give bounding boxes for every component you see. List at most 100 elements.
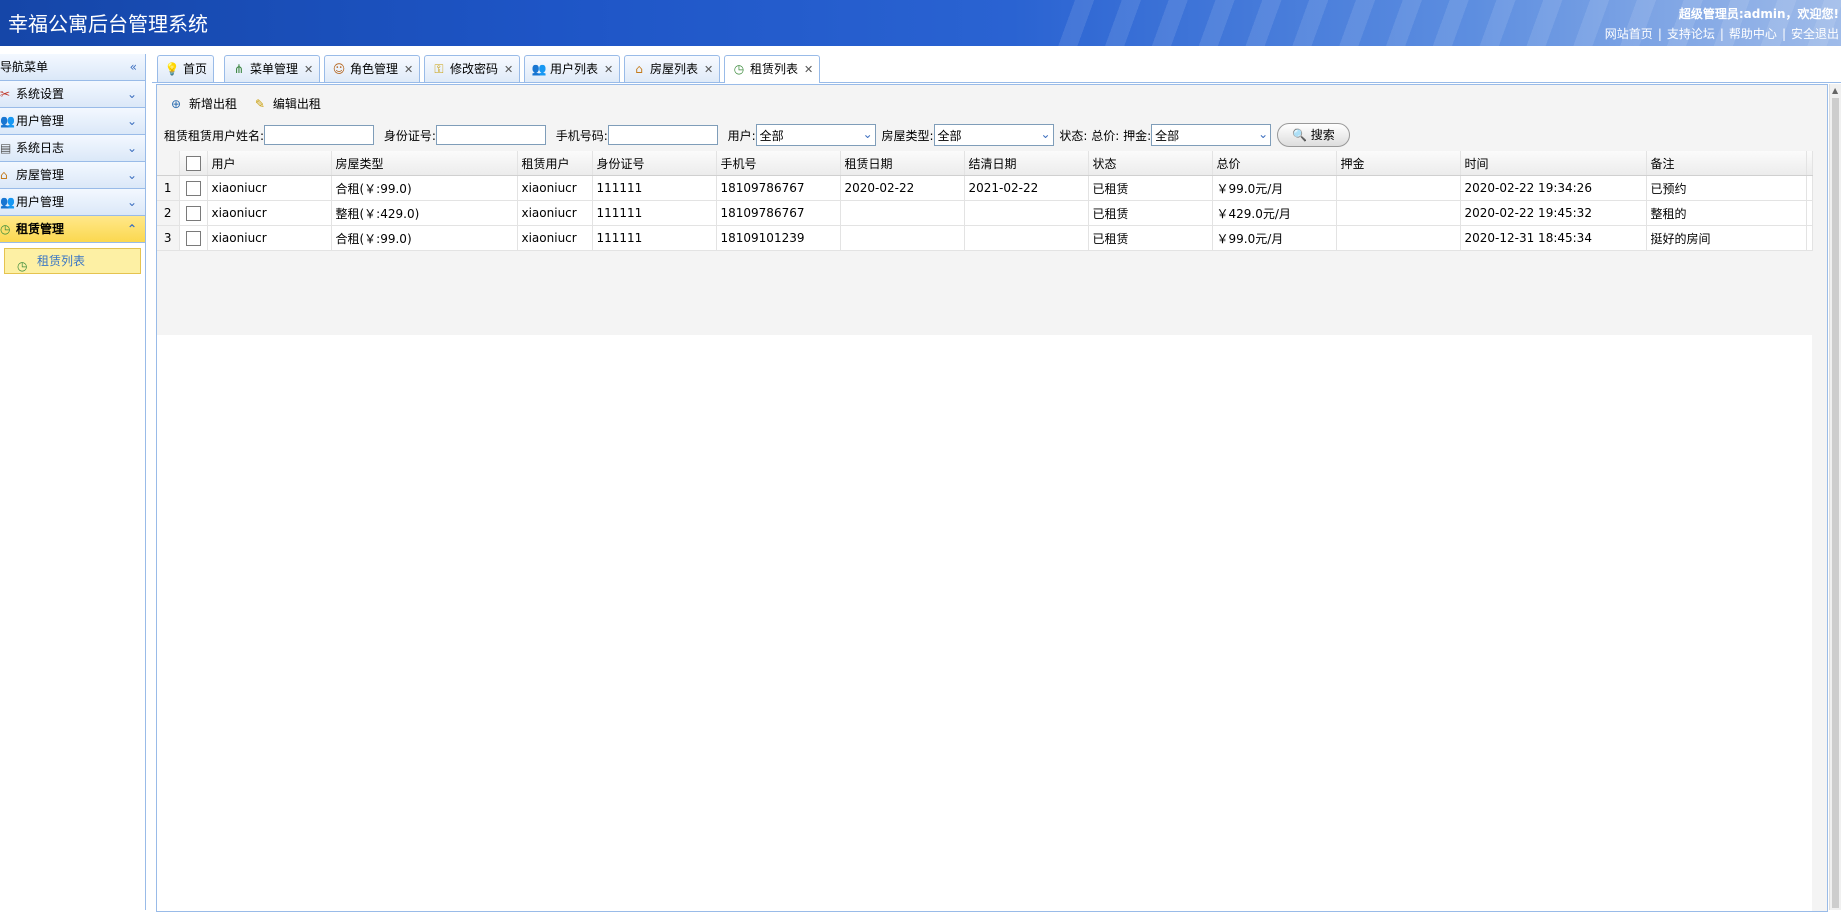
idcard-input[interactable] (435, 125, 546, 145)
row-checkbox[interactable] (185, 205, 201, 221)
tab-label: 菜单管理 (250, 62, 299, 76)
tab-rental-list[interactable]: ◷ 租赁列表 ✕ (724, 55, 821, 83)
users-icon: 👥 (531, 62, 547, 76)
expand-chevron-icon[interactable]: ⌄ (127, 81, 137, 107)
sidebar-item-user-management-2[interactable]: 👥 用户管理 ⌄ (0, 189, 145, 216)
tab-label: 修改密码 (450, 62, 499, 76)
sidebar-item-rental-management[interactable]: ◷ 租赁管理 ⌃ (0, 216, 145, 243)
cell-user: xiaoniucr (207, 175, 332, 201)
cell-user: xiaoniucr (207, 200, 332, 226)
collapse-chevron-icon[interactable]: ⌃ (127, 216, 137, 242)
cell-rental-date (840, 200, 965, 226)
column-header-rental-user[interactable]: 租赁用户 (517, 151, 593, 176)
house-type-select[interactable]: 全部 ⌄ (933, 124, 1054, 146)
row-checkbox[interactable] (185, 180, 201, 196)
column-header-remark[interactable]: 备注 (1646, 151, 1807, 176)
cell-user: xiaoniucr (207, 225, 332, 251)
select-all-checkbox[interactable] (185, 155, 201, 171)
cell-total-price: ￥99.0元/月 (1212, 225, 1337, 251)
table-row[interactable]: 3 xiaoniucr 合租(￥:99.0) xiaoniucr 111111 … (157, 225, 1813, 251)
name-input[interactable] (264, 125, 375, 145)
tab-role-management[interactable]: ☺ 角色管理 ✕ (324, 55, 421, 82)
row-number: 1 (157, 175, 180, 201)
close-icon[interactable]: ✕ (604, 63, 613, 76)
sidebar-item-system-log[interactable]: ▤ 系统日志 ⌄ (0, 135, 145, 162)
user-select[interactable]: 全部 ⌄ (755, 124, 876, 146)
cell-remark: 挺好的房间 (1646, 225, 1807, 251)
house-type-label: 房屋类型: (881, 128, 934, 143)
column-header-user[interactable]: 用户 (207, 151, 332, 176)
status-price-deposit-label: 状态: 总价: 押金: (1059, 128, 1152, 143)
tab-menu-management[interactable]: ⋔ 菜单管理 ✕ (224, 55, 321, 82)
tab-label: 首页 (183, 62, 208, 76)
chevron-down-icon: ⌄ (862, 127, 873, 141)
sidebar-subitem-label: 租赁列表 (37, 254, 86, 268)
column-header-house-type[interactable]: 房屋类型 (331, 151, 518, 176)
cell-idcard: 111111 (592, 200, 717, 226)
tab-home[interactable]: 💡 首页 (157, 55, 215, 82)
cell-rental-user: xiaoniucr (517, 200, 593, 226)
tab-house-list[interactable]: ⌂ 房屋列表 ✕ (624, 55, 721, 82)
column-header-deposit[interactable]: 押金 (1336, 151, 1461, 176)
tab-change-password[interactable]: ⚿ 修改密码 ✕ (424, 55, 521, 82)
tab-label: 角色管理 (350, 62, 399, 76)
cell-rental-date (840, 225, 965, 251)
tab-label: 租赁列表 (750, 62, 799, 76)
sidebar-subitem-rental-list[interactable]: ◷ 租赁列表 (4, 248, 141, 274)
sidebar-item-system-settings[interactable]: ✂ 系统设置 ⌄ (0, 81, 145, 108)
row-number: 3 (157, 225, 180, 251)
scrollbar-thumb[interactable] (1832, 98, 1839, 908)
phone-input[interactable] (607, 125, 718, 145)
cell-phone: 18109786767 (716, 200, 841, 226)
table-row[interactable]: 2 xiaoniucr 整租(￥:429.0) xiaoniucr 111111… (157, 200, 1813, 226)
scroll-up-icon[interactable]: ▲ (1832, 86, 1838, 95)
top-links: 网站首页 | 支持论坛 | 帮助中心 | 安全退出 (1604, 27, 1839, 41)
link-forum[interactable]: 支持论坛 (1667, 27, 1715, 41)
expand-chevron-icon[interactable]: ⌄ (127, 162, 137, 188)
cell-phone: 18109786767 (716, 175, 841, 201)
expand-chevron-icon[interactable]: ⌄ (127, 135, 137, 161)
search-button[interactable]: 🔍 搜索 (1276, 123, 1350, 147)
close-icon[interactable]: ✕ (704, 63, 713, 76)
cell-house-type: 合租(￥:99.0) (331, 175, 518, 201)
column-header-settle-date[interactable]: 结清日期 (964, 151, 1089, 176)
add-rental-button[interactable]: ⊕ 新增出租 (171, 95, 237, 113)
cell-house-type: 整租(￥:429.0) (331, 200, 518, 226)
row-checkbox-cell (179, 175, 208, 201)
tab-user-list[interactable]: 👥 用户列表 ✕ (524, 55, 621, 82)
sidebar-item-user-management[interactable]: 👥 用户管理 ⌄ (0, 108, 145, 135)
expand-chevron-icon[interactable]: ⌄ (127, 108, 137, 134)
column-header-status[interactable]: 状态 (1088, 151, 1213, 176)
column-header-total-price[interactable]: 总价 (1212, 151, 1337, 176)
expand-chevron-icon[interactable]: ⌄ (127, 189, 137, 215)
column-header-idcard[interactable]: 身份证号 (592, 151, 717, 176)
cell-rental-user: xiaoniucr (517, 175, 593, 201)
vertical-scrollbar[interactable]: ▲ (1829, 84, 1841, 910)
tab-bar: 💡 首页 ⋔ 菜单管理 ✕ ☺ 角色管理 ✕ ⚿ 修改密码 ✕ 👥 用户列表 ✕ ⌂ 房屋列表 ✕ ◷… (152, 54, 1841, 83)
link-logout[interactable]: 安全退出 (1791, 27, 1839, 41)
row-checkbox[interactable] (185, 230, 201, 246)
column-header-time[interactable]: 时间 (1460, 151, 1647, 176)
house-icon: ⌂ (0, 168, 8, 182)
column-header-phone[interactable]: 手机号 (716, 151, 841, 176)
cell-time: 2020-02-22 19:34:26 (1460, 175, 1647, 201)
column-header-rental-date[interactable]: 租赁日期 (840, 151, 965, 176)
link-home[interactable]: 网站首页 (1605, 27, 1653, 41)
table-row[interactable]: 1 xiaoniucr 合租(￥:99.0) xiaoniucr 111111 … (157, 175, 1813, 201)
cell-status: 已租赁 (1088, 200, 1213, 226)
close-icon[interactable]: ✕ (304, 63, 313, 76)
close-icon[interactable]: ✕ (804, 63, 813, 76)
cell-time: 2020-02-22 19:45:32 (1460, 200, 1647, 226)
sidebar-item-house-management[interactable]: ⌂ 房屋管理 ⌄ (0, 162, 145, 189)
search-bar: 租赁租赁用户姓名: 身份证号: 手机号码: 用户: 全部 ⌄ 房屋类型: 全部 ⌄ 状态… (164, 123, 1350, 147)
edit-rental-button[interactable]: ✎ 编辑出租 (255, 95, 321, 113)
cell-house-type: 合租(￥:99.0) (331, 225, 518, 251)
edit-icon: ✎ (254, 96, 265, 111)
rental-list-panel: ⊕ 新增出租 ✎ 编辑出租 租赁租赁用户姓名: 身份证号: 手机号码: 用户: 全部 ⌄… (156, 84, 1828, 912)
close-icon[interactable]: ✕ (504, 63, 513, 76)
deposit-select[interactable]: 全部 ⌄ (1151, 124, 1272, 146)
collapse-sidebar-icon[interactable]: « (130, 54, 137, 80)
close-icon[interactable]: ✕ (404, 63, 413, 76)
user-label: 用户: (727, 128, 756, 143)
link-help[interactable]: 帮助中心 (1729, 27, 1777, 41)
